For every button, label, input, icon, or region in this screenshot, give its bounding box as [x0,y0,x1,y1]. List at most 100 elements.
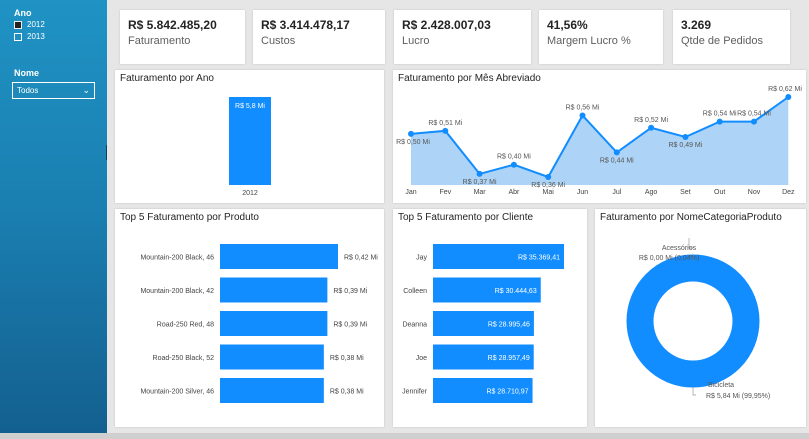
kpi-value: 41,56% [547,18,588,32]
data-label: R$ 28.995,46 [488,322,530,329]
data-point [648,124,655,131]
ano-option-label: 2012 [27,20,45,29]
category-label: Road-250 Red, 48 [157,322,214,329]
top-produto-chart: Mountain-200 Black, 46 R$ 0,42 Mi Mountain… [140,244,378,403]
ano-option-label: 2013 [27,32,45,41]
data-label: R$ 0,56 Mi [566,104,600,111]
kpi-label: Margem Lucro % [547,35,631,47]
x-tick-label: Fev [439,189,451,196]
kpi-lucro-card[interactable]: R$ 2.428.007,03 Lucro [394,10,531,64]
kpi-pedidos-card[interactable]: 3.269 Qtde de Pedidos [673,10,790,64]
data-point [579,112,586,119]
data-label: R$ 28.710,97 [487,389,529,396]
x-tick-label: Jun [577,189,588,196]
x-tick-label: Mai [543,189,555,196]
x-tick-label: Abr [508,189,520,196]
data-point [785,94,792,100]
data-point [682,134,689,140]
data-label: R$ 0,44 Mi [600,157,634,164]
filter-sidebar: Ano 2012 2013 Nome Todos ⌄ [0,0,107,433]
faturamento-ano-visual[interactable]: Faturamento por Ano R$ 5,8 Mi 2012 [115,70,384,203]
kpi-label: Custos [261,35,296,47]
kpi-label: Qtde de Pedidos [681,35,763,47]
data-label: R$ 0,40 Mi [497,154,531,161]
data-label: R$ 0,62 Mi [768,86,802,93]
data-point [545,174,552,180]
data-label: R$ 5,8 Mi [235,103,265,110]
categoria-donut-chart: Acessórios R$ 0,00 Mi (0,04%) Bicicleta R$ … [626,238,770,400]
data-point [751,118,757,125]
top-cliente-chart: Jay R$ 35.369,41 Colleen R$ 30.444,63 Deanna… [402,244,564,403]
ano-option-2012[interactable]: 2012 [14,20,45,29]
faturamento-ano-chart: R$ 5,8 Mi 2012 [229,97,271,197]
nome-dropdown[interactable]: Todos ⌄ [12,82,95,99]
category-label: Mountain-200 Silver, 46 [140,389,214,396]
slice-name-label: Bicicleta [708,382,734,389]
data-point [408,130,414,137]
category-label: Jay [416,255,427,262]
category-label: Colleen [403,288,427,295]
data-point [716,118,723,125]
bar [220,277,328,303]
kpi-margem-card[interactable]: 41,56% Margem Lucro % [539,10,663,64]
data-label: R$ 0,37 Mi [463,179,497,186]
bar [220,344,324,370]
category-label: Deanna [402,322,427,329]
data-label: R$ 0,54 Mi [737,111,771,118]
x-tick-label: Jan [405,189,416,196]
x-tick-label: Ago [645,189,658,196]
x-tick-label: 2012 [242,190,258,197]
data-point [442,127,449,134]
kpi-label: Faturamento [128,35,191,47]
data-label: R$ 0,38 Mi [330,389,364,396]
kpi-value: R$ 2.428.007,03 [402,18,491,32]
category-label: Mountain-200 Black, 46 [140,255,214,262]
data-label: R$ 0,52 Mi [634,117,668,124]
checkbox-icon[interactable] [14,32,22,41]
bar [220,311,328,336]
bar [229,97,271,185]
data-label: R$ 35.369,41 [518,255,560,262]
bar [220,378,324,403]
category-label: Mountain-200 Black, 42 [140,288,214,295]
chevron-down-icon: ⌄ [82,85,90,95]
kpi-faturamento-card[interactable]: R$ 5.842.485,20 Faturamento [120,10,245,64]
leader-line [692,387,696,396]
kpi-value: R$ 3.414.478,17 [261,18,350,32]
data-point [613,149,620,156]
data-label: R$ 0,39 Mi [333,322,367,329]
top-produto-visual[interactable]: Top 5 Faturamento por Produto Mountain-2… [115,209,384,427]
kpi-value: 3.269 [681,18,712,32]
data-point [476,170,483,177]
data-label: R$ 30.444,63 [495,288,537,295]
slice-name-label: Acessórios [662,245,697,252]
x-tick-label: Dez [782,189,795,196]
data-label: R$ 0,50 Mi [396,139,430,146]
donut-slice-bicicleta [626,254,760,388]
kpi-custos-card[interactable]: R$ 3.414.478,17 Custos [253,10,385,64]
faturamento-mes-visual[interactable]: Faturamento por Mês Abreviado R$ 0,50 Mi… [393,70,806,203]
categoria-visual[interactable]: Faturamento por NomeCategoriaProduto Ace… [595,209,806,427]
data-label: R$ 0,42 Mi [344,255,378,262]
nome-dropdown-value: Todos [17,86,39,95]
checkbox-icon[interactable] [14,20,22,29]
data-label: R$ 28.957,49 [488,355,530,362]
top-cliente-visual[interactable]: Top 5 Faturamento por Cliente Jay R$ 35.3… [393,209,587,427]
x-tick-label: Jul [612,189,621,196]
faturamento-mes-chart: R$ 0,50 Mi Jan R$ 0,51 Mi Fev R$ 0,37 Mi Mar R… [396,86,802,196]
x-tick-label: Mar [474,189,487,196]
ano-option-2013[interactable]: 2013 [14,32,45,41]
category-label: Joe [416,355,427,362]
x-tick-label: Set [680,189,691,196]
data-label: R$ 0,51 Mi [428,120,462,127]
category-label: Road-250 Black, 52 [153,355,215,362]
kpi-label: Lucro [402,35,430,47]
data-point [510,161,517,168]
data-label: R$ 0,39 Mi [333,288,367,295]
slice-value-label: R$ 0,00 Mi (0,04%) [639,255,699,262]
bottom-scrollbar[interactable] [0,433,809,439]
category-label: Jennifer [402,389,428,396]
data-label: R$ 0,36 Mi [531,182,565,189]
kpi-value: R$ 5.842.485,20 [128,18,217,32]
report-canvas: R$ 5.842.485,20 Faturamento R$ 3.414.478… [107,0,809,433]
